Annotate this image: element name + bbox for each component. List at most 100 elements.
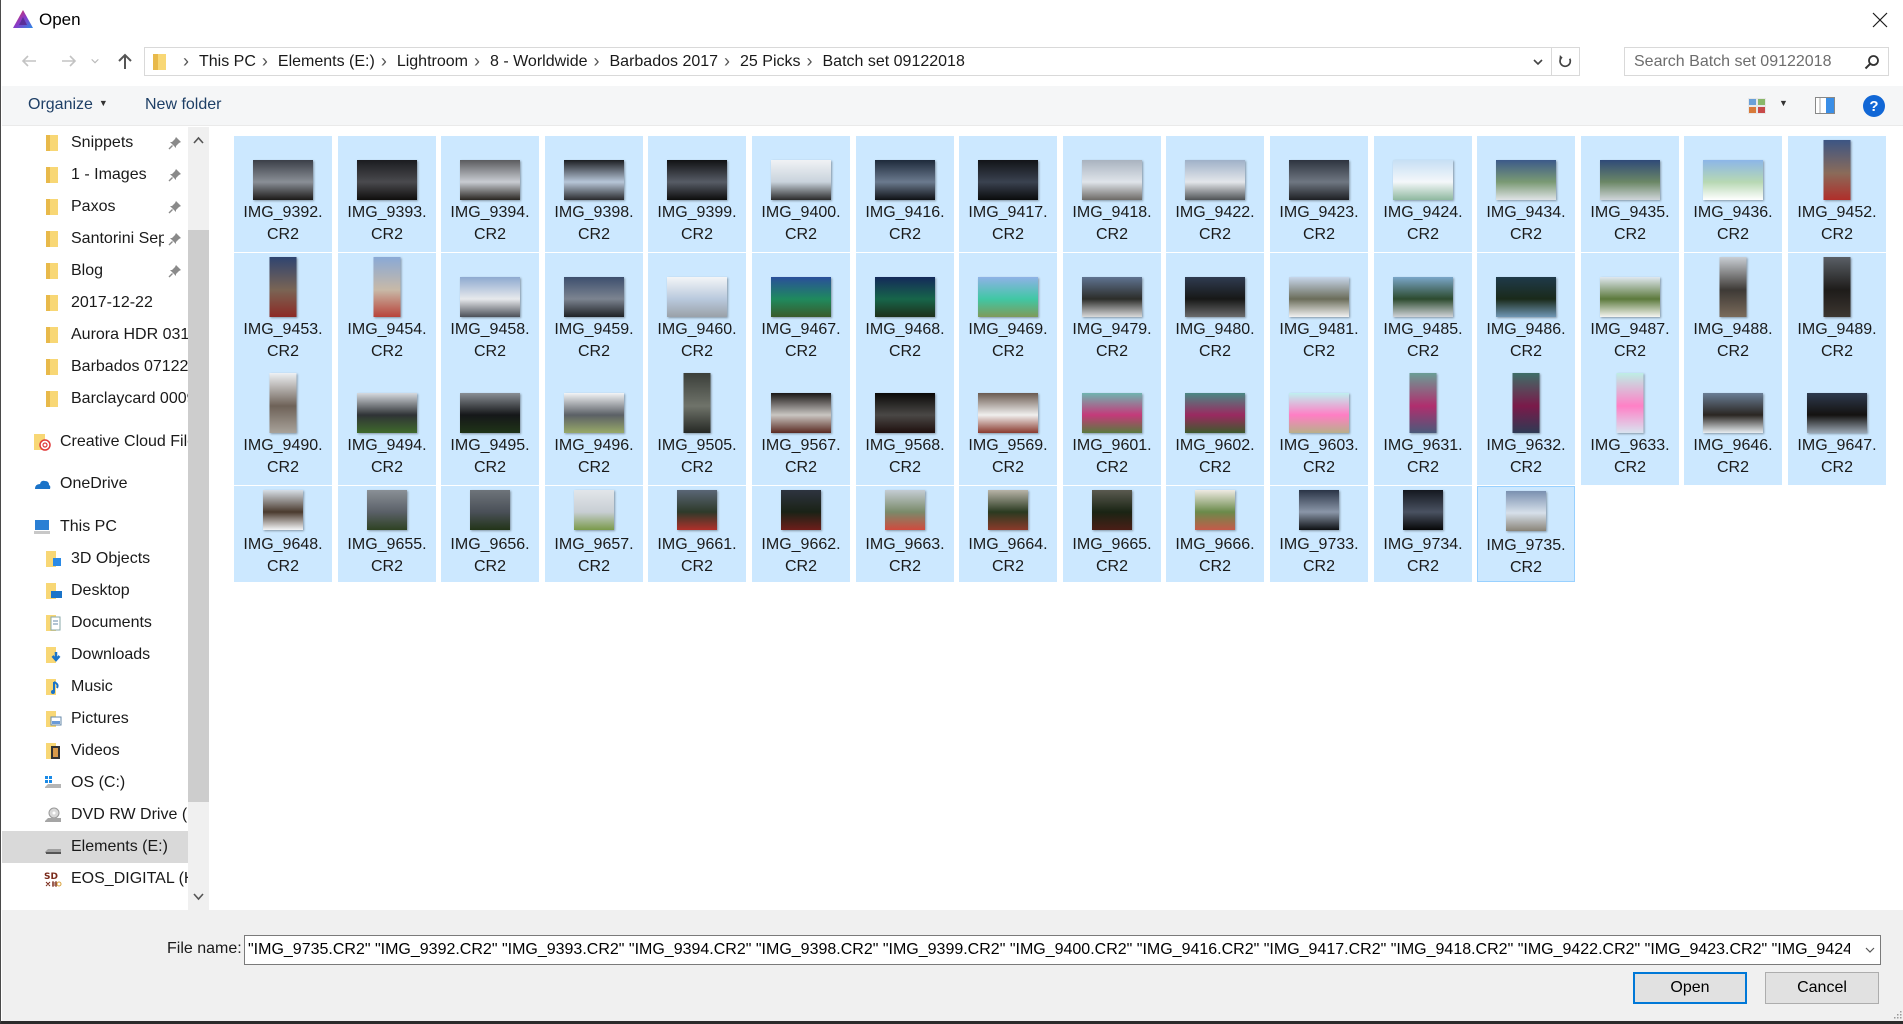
file-item[interactable]: IMG_9454. CR2 <box>338 253 436 369</box>
pin-icon[interactable] <box>168 200 182 214</box>
breadcrumb-item[interactable]: 25 Picks <box>740 53 800 71</box>
file-item[interactable]: IMG_9646. CR2 <box>1684 369 1782 485</box>
sidebar-item[interactable]: OneDrive <box>2 468 188 500</box>
file-item[interactable]: IMG_9633. CR2 <box>1581 369 1679 485</box>
refresh-button[interactable] <box>1551 48 1579 75</box>
breadcrumb-separator-icon[interactable]: › <box>807 51 813 72</box>
file-item[interactable]: IMG_9666. CR2 <box>1166 486 1264 582</box>
file-item[interactable]: IMG_9490. CR2 <box>234 369 332 485</box>
file-item[interactable]: IMG_9392. CR2 <box>234 136 332 252</box>
file-item[interactable]: IMG_9505. CR2 <box>648 369 746 485</box>
breadcrumb-item[interactable]: 8 - Worldwide <box>490 53 588 71</box>
breadcrumb-item[interactable]: This PC <box>199 53 256 71</box>
sidebar-item[interactable]: Snippets <box>2 127 188 159</box>
file-item[interactable]: IMG_9631. CR2 <box>1374 369 1472 485</box>
file-item[interactable]: IMG_9398. CR2 <box>545 136 643 252</box>
file-name-input[interactable] <box>245 936 1850 964</box>
file-item[interactable]: IMG_9424. CR2 <box>1374 136 1472 252</box>
sidebar-item[interactable]: Barbados 07122 <box>2 351 188 383</box>
pin-icon[interactable] <box>168 232 182 246</box>
file-item[interactable]: IMG_9632. CR2 <box>1477 369 1575 485</box>
sidebar-item[interactable]: Videos <box>2 735 188 767</box>
new-folder-button[interactable]: New folder <box>145 96 221 114</box>
file-item[interactable]: IMG_9418. CR2 <box>1063 136 1161 252</box>
file-item[interactable]: IMG_9434. CR2 <box>1477 136 1575 252</box>
sidebar-item[interactable]: OS (C:) <box>2 767 188 799</box>
sidebar-item[interactable]: Santorini Sept <box>2 223 188 255</box>
sidebar-item[interactable]: Paxos <box>2 191 188 223</box>
breadcrumb-item[interactable]: Elements (E:) <box>278 53 375 71</box>
pin-icon[interactable] <box>168 168 182 182</box>
back-button[interactable] <box>15 48 43 74</box>
breadcrumb-item[interactable]: Batch set 09122018 <box>823 53 965 71</box>
file-item[interactable]: IMG_9733. CR2 <box>1270 486 1368 582</box>
sidebar-item[interactable]: Documents <box>2 607 188 639</box>
file-item[interactable]: IMG_9601. CR2 <box>1063 369 1161 485</box>
file-item[interactable]: IMG_9467. CR2 <box>752 253 850 369</box>
breadcrumb-separator-icon[interactable]: › <box>262 51 268 72</box>
sidebar-item[interactable]: Blog <box>2 255 188 287</box>
file-item[interactable]: IMG_9453. CR2 <box>234 253 332 369</box>
sidebar-item[interactable]: Pictures <box>2 703 188 735</box>
file-item[interactable]: IMG_9569. CR2 <box>959 369 1057 485</box>
file-item[interactable]: IMG_9481. CR2 <box>1270 253 1368 369</box>
file-item[interactable]: IMG_9394. CR2 <box>441 136 539 252</box>
breadcrumb-item[interactable]: Barbados 2017 <box>610 53 719 71</box>
file-item[interactable]: IMG_9460. CR2 <box>648 253 746 369</box>
file-item[interactable]: IMG_9602. CR2 <box>1166 369 1264 485</box>
open-button[interactable]: Open <box>1633 972 1747 1004</box>
sidebar-item[interactable]: DVD RW Drive (D:) <box>2 799 188 831</box>
sidebar-item[interactable]: Elements (E:) <box>2 831 188 863</box>
file-item[interactable]: IMG_9468. CR2 <box>856 253 954 369</box>
pin-icon[interactable] <box>168 264 182 278</box>
file-item[interactable]: IMG_9480. CR2 <box>1166 253 1264 369</box>
file-item[interactable]: IMG_9603. CR2 <box>1270 369 1368 485</box>
file-item[interactable]: IMG_9422. CR2 <box>1166 136 1264 252</box>
file-item[interactable]: IMG_9400. CR2 <box>752 136 850 252</box>
nav-pane-scrollbar[interactable] <box>188 127 209 910</box>
view-options-icon[interactable] <box>1748 98 1766 114</box>
preview-pane-icon[interactable] <box>1815 97 1835 114</box>
search-icon[interactable] <box>1864 54 1880 70</box>
file-item[interactable]: IMG_9469. CR2 <box>959 253 1057 369</box>
file-item[interactable]: IMG_9656. CR2 <box>441 486 539 582</box>
up-button[interactable] <box>111 48 139 74</box>
file-list-view[interactable]: IMG_9392. CR2 IMG_9393. CR2 IMG_9394. CR2 IMG_… <box>209 127 1903 910</box>
sidebar-item[interactable]: Aurora HDR 031 <box>2 319 188 351</box>
file-item[interactable]: IMG_9416. CR2 <box>856 136 954 252</box>
file-item[interactable]: IMG_9488. CR2 <box>1684 253 1782 369</box>
pin-icon[interactable] <box>168 136 182 150</box>
breadcrumb-separator-icon[interactable]: › <box>594 51 600 72</box>
breadcrumb-separator-icon[interactable]: › <box>381 51 387 72</box>
file-item[interactable]: IMG_9735. CR2 <box>1477 486 1575 582</box>
address-history-dropdown[interactable] <box>1525 48 1551 75</box>
file-item[interactable]: IMG_9495. CR2 <box>441 369 539 485</box>
file-item[interactable]: IMG_9452. CR2 <box>1788 136 1886 252</box>
cancel-button[interactable]: Cancel <box>1765 972 1879 1004</box>
file-item[interactable]: IMG_9487. CR2 <box>1581 253 1679 369</box>
scroll-down-icon[interactable] <box>192 892 205 902</box>
sidebar-item[interactable]: Downloads <box>2 639 188 671</box>
file-item[interactable]: IMG_9485. CR2 <box>1374 253 1472 369</box>
file-item[interactable]: IMG_9489. CR2 <box>1788 253 1886 369</box>
help-icon[interactable]: ? <box>1863 95 1885 117</box>
file-item[interactable]: IMG_9663. CR2 <box>856 486 954 582</box>
file-item[interactable]: IMG_9655. CR2 <box>338 486 436 582</box>
file-item[interactable]: IMG_9459. CR2 <box>545 253 643 369</box>
file-item[interactable]: IMG_9661. CR2 <box>648 486 746 582</box>
scrollbar-thumb[interactable] <box>188 230 209 802</box>
close-button[interactable] <box>1857 0 1903 40</box>
chevron-down-icon[interactable] <box>1864 944 1876 956</box>
breadcrumb-separator-icon[interactable]: › <box>724 51 730 72</box>
view-options-dropdown[interactable]: ▼ <box>1779 98 1788 108</box>
breadcrumb-separator-icon[interactable]: › <box>474 51 480 72</box>
search-box[interactable] <box>1624 47 1889 76</box>
sidebar-item[interactable]: 2017-12-22 <box>2 287 188 319</box>
file-item[interactable]: IMG_9393. CR2 <box>338 136 436 252</box>
file-item[interactable]: IMG_9399. CR2 <box>648 136 746 252</box>
sidebar-item[interactable]: Desktop <box>2 575 188 607</box>
sidebar-item[interactable]: SD EOS_DIGITAL (H:) <box>2 863 188 895</box>
file-item[interactable]: IMG_9665. CR2 <box>1063 486 1161 582</box>
file-item[interactable]: IMG_9435. CR2 <box>1581 136 1679 252</box>
file-item[interactable]: IMG_9494. CR2 <box>338 369 436 485</box>
